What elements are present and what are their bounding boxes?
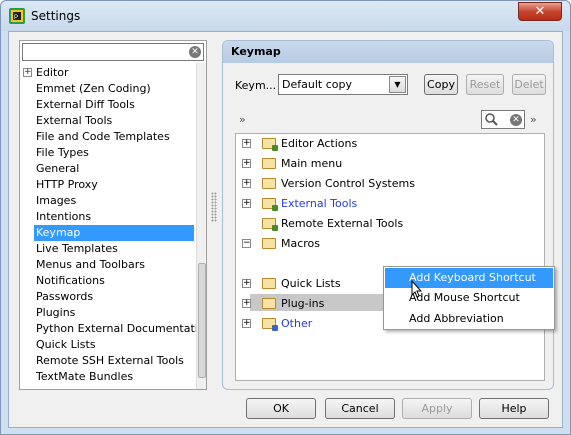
- tree-expand-toggle-icon[interactable]: +: [242, 199, 251, 208]
- settings-item[interactable]: Notifications: [34, 273, 194, 289]
- keymap-selected-value: Default copy: [282, 78, 352, 91]
- folder-icon: [262, 158, 276, 169]
- more-chevrons-icon[interactable]: »: [530, 113, 537, 126]
- settings-item[interactable]: HTTP Proxy: [34, 177, 194, 193]
- settings-item[interactable]: Remote SSH External Tools: [34, 353, 194, 369]
- mouse-cursor-icon: [411, 280, 423, 298]
- keymap-actions-tree: + Editor Actions + Main menu + Version Contro…: [235, 133, 545, 381]
- settings-item[interactable]: Live Templates: [34, 241, 194, 257]
- settings-item[interactable]: Passwords: [34, 289, 194, 305]
- settings-item[interactable]: Emmet (Zen Coding): [34, 81, 194, 97]
- tree-row-label: Other: [281, 317, 313, 330]
- keymap-label: Keym...: [235, 79, 277, 92]
- tree-row[interactable]: + Editor Actions: [236, 135, 536, 153]
- dialog-body: ✕ + Editor Emmet (Zen Coding) External Diff…: [8, 31, 563, 428]
- cancel-button[interactable]: Cancel: [325, 398, 395, 419]
- tree-row-label: Version Control Systems: [281, 177, 415, 190]
- pycharm-app-icon: P: [9, 8, 25, 24]
- tree-expand-toggle-icon[interactable]: +: [242, 139, 251, 148]
- copy-button[interactable]: Copy: [424, 74, 458, 95]
- expand-toggle-icon[interactable]: +: [23, 68, 32, 77]
- tree-row-label: Main menu: [281, 157, 343, 170]
- tree-expand-toggle-icon[interactable]: +: [242, 319, 251, 328]
- keymap-panel: Keymap Keym... Default copy ▼ Copy Reset…: [222, 40, 554, 390]
- folder-icon: [262, 218, 278, 231]
- tree-expand-toggle-icon[interactable]: +: [242, 179, 251, 188]
- tree-row-label: Run in console: [300, 257, 381, 270]
- scrollbar-thumb[interactable]: [198, 263, 206, 378]
- settings-item[interactable]: Keymap: [34, 225, 194, 241]
- close-button[interactable]: ✕: [518, 2, 562, 21]
- tree-row[interactable]: − Macros: [236, 235, 536, 253]
- clear-find-icon[interactable]: ✕: [510, 114, 522, 126]
- tree-row-label: External Tools: [281, 197, 358, 210]
- window-title: Settings: [31, 9, 81, 23]
- ok-button[interactable]: OK: [246, 398, 316, 419]
- expand-chevrons-icon[interactable]: »: [239, 113, 246, 126]
- folder-icon: [262, 238, 276, 249]
- folder-icon: [262, 198, 278, 211]
- settings-item[interactable]: Quick Lists: [34, 337, 194, 353]
- settings-item[interactable]: File Types: [34, 145, 194, 161]
- tree-row[interactable]: + Version Control Systems: [236, 175, 536, 193]
- tree-row-label: Editor Actions: [281, 137, 358, 150]
- settings-item[interactable]: Menus and Toolbars: [34, 257, 194, 273]
- settings-item[interactable]: Editor: [34, 65, 194, 81]
- delete-button[interactable]: Delet: [512, 74, 546, 95]
- title-bar[interactable]: P Settings ✕: [1, 1, 570, 31]
- folder-icon: [262, 318, 278, 331]
- settings-list-scrollbar[interactable]: [196, 63, 206, 389]
- folder-icon: [262, 138, 278, 151]
- tree-row-label: Plug-ins: [281, 297, 325, 310]
- reset-button[interactable]: Reset: [466, 74, 504, 95]
- find-shortcut-icon: [485, 113, 498, 126]
- settings-item[interactable]: File and Code Templates: [34, 129, 194, 145]
- svg-text:P: P: [14, 15, 18, 21]
- clear-search-icon[interactable]: ✕: [189, 46, 201, 58]
- tree-expand-toggle-icon[interactable]: −: [242, 239, 251, 248]
- tree-row[interactable]: + External Tools: [236, 195, 536, 213]
- tree-row-label: Macros: [281, 237, 321, 250]
- settings-list: + Editor Emmet (Zen Coding) External Diff T…: [20, 63, 196, 389]
- folder-icon: [262, 278, 276, 289]
- panel-splitter-handle[interactable]: [211, 192, 217, 222]
- settings-item[interactable]: External Tools: [34, 113, 194, 129]
- settings-tree-panel: ✕ + Editor Emmet (Zen Coding) External Diff…: [19, 40, 207, 390]
- keymap-select[interactable]: Default copy ▼: [278, 74, 408, 95]
- tree-row[interactable]: + Main menu: [236, 155, 536, 173]
- settings-item[interactable]: External Diff Tools: [34, 97, 194, 113]
- settings-item[interactable]: Intentions: [34, 209, 194, 225]
- tree-expand-toggle-icon[interactable]: +: [242, 279, 251, 288]
- close-icon: ✕: [534, 4, 546, 19]
- help-button[interactable]: Help: [479, 398, 549, 419]
- settings-item[interactable]: Images: [34, 193, 194, 209]
- folder-icon: [262, 298, 276, 309]
- tree-expand-toggle-icon[interactable]: +: [242, 159, 251, 168]
- tree-row-label: Remote External Tools: [281, 217, 404, 230]
- apply-button[interactable]: Apply: [402, 398, 472, 419]
- settings-item[interactable]: Python External Documentation: [34, 321, 196, 337]
- settings-item[interactable]: Plugins: [34, 305, 194, 321]
- settings-search-input[interactable]: ✕: [22, 43, 204, 61]
- settings-item[interactable]: General: [34, 161, 194, 177]
- chevron-down-icon[interactable]: ▼: [389, 76, 406, 93]
- tree-row-label: Quick Lists: [281, 277, 341, 290]
- menu-item-add-abbreviation[interactable]: Add Abbreviation: [385, 309, 553, 329]
- folder-icon: [262, 178, 276, 189]
- settings-item[interactable]: TextMate Bundles: [34, 369, 194, 385]
- tree-expand-toggle-icon[interactable]: +: [242, 299, 251, 308]
- settings-window: P Settings ✕ ✕ + Editor Emmet (Zen Coding)…: [0, 0, 571, 435]
- shortcut-find-field[interactable]: ✕: [481, 110, 525, 129]
- tree-row[interactable]: Remote External Tools: [236, 215, 536, 233]
- panel-title: Keymap: [223, 41, 553, 63]
- context-menu: Add Keyboard Shortcut Add Mouse Shortcut…: [383, 266, 555, 330]
